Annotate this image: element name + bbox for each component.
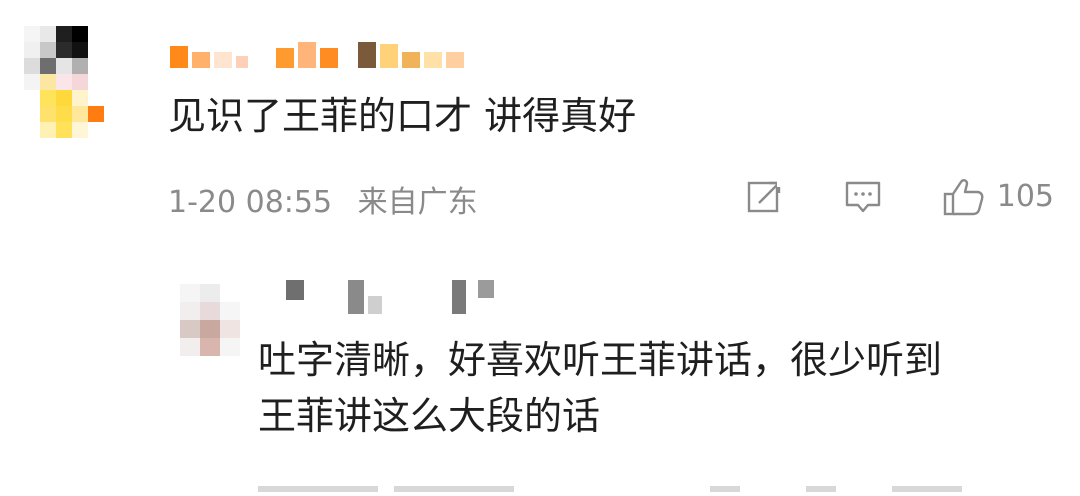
username-pixel bbox=[192, 52, 210, 68]
username-pixel bbox=[214, 52, 232, 68]
reply-username-pixelated[interactable] bbox=[286, 280, 506, 314]
username-pixel bbox=[286, 280, 304, 300]
thumbs-up-icon bbox=[941, 174, 987, 220]
username-pixel bbox=[452, 280, 466, 314]
comment-text: 见识了王菲的口才 讲得真好 bbox=[168, 94, 637, 138]
reply-button[interactable] bbox=[843, 177, 883, 217]
comment-actions: 105 bbox=[745, 174, 1054, 220]
share-icon bbox=[745, 177, 785, 217]
username-pixel bbox=[368, 296, 382, 314]
username-pixel bbox=[342, 52, 354, 68]
like-count: 105 bbox=[996, 179, 1054, 214]
username-pixel bbox=[276, 48, 294, 68]
comment-icon bbox=[843, 177, 883, 217]
reply-user-avatar[interactable] bbox=[180, 284, 240, 356]
username-pixel bbox=[236, 56, 248, 68]
reply-text: 吐字清晰，好喜欢听王菲讲话，很少听到 王菲讲这么大段的话 bbox=[258, 332, 1058, 444]
like-button[interactable]: 105 bbox=[941, 174, 1054, 220]
username-pixel bbox=[478, 280, 494, 298]
username-pixel bbox=[298, 42, 316, 68]
reply-text-line: 吐字清晰，好喜欢听王菲讲话，很少听到 bbox=[258, 338, 943, 382]
share-button[interactable] bbox=[745, 177, 785, 217]
comment-item: 见识了王菲的口才 讲得真好 1-20 08:55 来自广东 105 bbox=[0, 0, 1080, 260]
username-pixel bbox=[380, 44, 398, 68]
reply-text-line: 王菲讲这么大段的话 bbox=[258, 394, 601, 438]
comment-timestamp: 1-20 08:55 bbox=[168, 185, 333, 220]
username-pixel bbox=[446, 52, 464, 68]
username-pixel bbox=[424, 52, 442, 68]
reply-item: 吐字清晰，好喜欢听王菲讲话，很少听到 王菲讲这么大段的话 bbox=[0, 270, 1080, 492]
user-avatar[interactable] bbox=[24, 26, 142, 156]
comment-meta: 1-20 08:55 来自广东 bbox=[168, 184, 478, 222]
comment-location: 来自广东 bbox=[357, 185, 478, 220]
username-pixel bbox=[358, 42, 376, 68]
username-pixel bbox=[348, 280, 364, 314]
reply-meta-cutoff bbox=[258, 486, 1058, 496]
username-pixel bbox=[170, 46, 188, 68]
username-pixel bbox=[252, 52, 272, 68]
username-pixel bbox=[320, 48, 338, 68]
username-pixelated[interactable] bbox=[170, 30, 530, 68]
username-pixel bbox=[402, 52, 420, 68]
